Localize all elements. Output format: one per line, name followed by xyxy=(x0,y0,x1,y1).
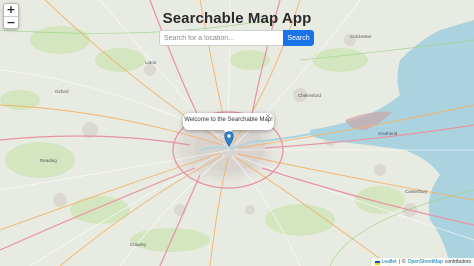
map-marker-icon[interactable] xyxy=(224,131,234,147)
attribution-separator: | xyxy=(398,259,400,265)
leaflet-link[interactable]: Leaflet xyxy=(382,258,397,266)
svg-text:Southend: Southend xyxy=(378,131,398,136)
attribution-suffix: contributors xyxy=(444,259,471,265)
svg-text:Luton: Luton xyxy=(145,60,157,65)
svg-text:Reading: Reading xyxy=(40,158,57,163)
svg-text:Crawley: Crawley xyxy=(130,242,147,247)
svg-text:Canterbury: Canterbury xyxy=(405,189,428,194)
svg-text:Oxford: Oxford xyxy=(55,89,69,94)
copyright-symbol: © xyxy=(401,259,406,265)
search-button[interactable]: Search xyxy=(283,30,314,46)
popup-text: Welcome to the Searchable Map! xyxy=(184,117,273,123)
ukraine-flag-icon xyxy=(374,260,380,266)
map-attribution: Leaflet | © OpenStreetMap contributors xyxy=(371,258,474,266)
popup-close-button[interactable]: × xyxy=(265,112,271,120)
search-bar: Search xyxy=(159,30,314,46)
svg-text:Colchester: Colchester xyxy=(350,34,372,39)
search-input[interactable] xyxy=(159,30,283,46)
svg-text:Chelmsford: Chelmsford xyxy=(298,93,322,98)
map-popup: Welcome to the Searchable Map! × xyxy=(183,112,274,135)
osm-link[interactable]: OpenStreetMap xyxy=(408,258,443,266)
app-title: Searchable Map App xyxy=(162,10,312,27)
